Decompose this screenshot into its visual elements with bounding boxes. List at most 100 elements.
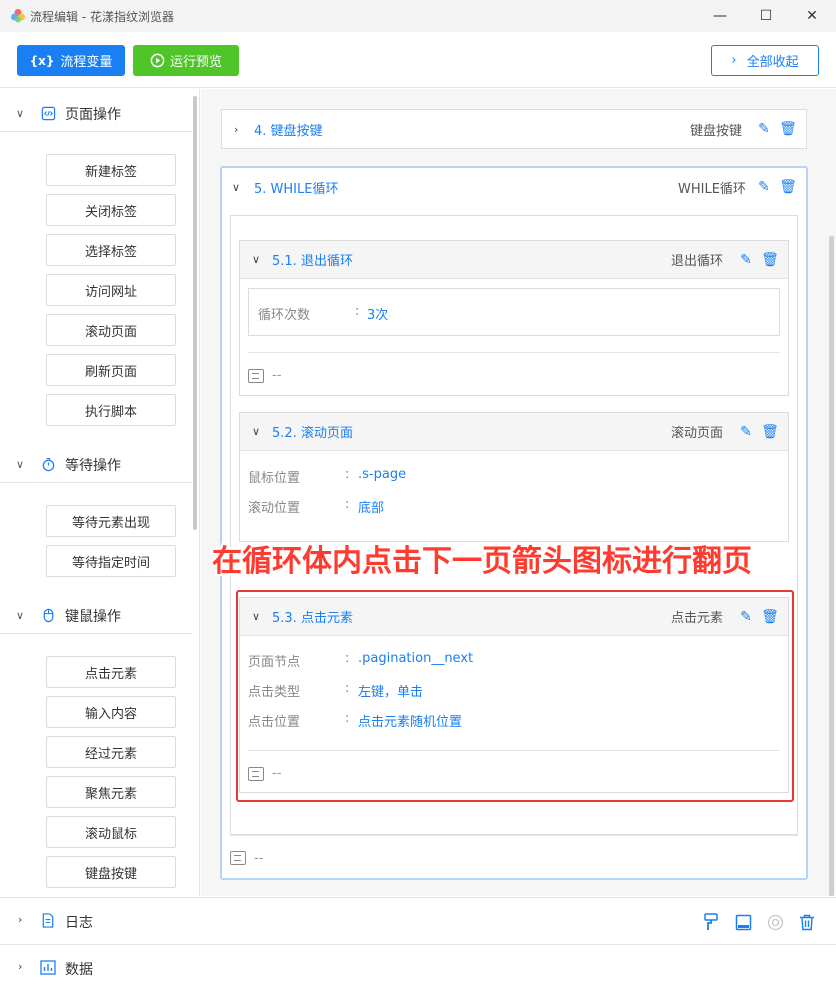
log-label: 日志 [65,915,93,931]
param-colon: : [355,304,360,319]
edit-icon[interactable]: ✎ [737,251,755,269]
log-panel[interactable]: › 日志 [0,897,836,944]
comment-text: -- [254,851,264,866]
data-panel[interactable]: › 数据 [0,944,836,992]
annotation-text: 在循环体内点击下一页箭头图标进行翻页 [212,544,752,579]
play-circle-icon [150,53,165,68]
chevron-down-icon: ∨ [16,458,25,471]
group-label: 键鼠操作 [65,608,121,625]
sidebar-scrollbar[interactable] [193,96,197,530]
group-keyboard-mouse-actions[interactable]: ∨ 键鼠操作 [0,598,192,634]
highlight-box [236,590,794,802]
chevron-down-icon[interactable]: ∨ [232,181,240,194]
step-card-keyboard-key[interactable]: › 4. 键盘按键 键盘按键 ✎ 🗑 [221,109,807,149]
run-preview-button[interactable]: 运行预览 [133,45,239,76]
chevron-down-icon: ∨ [16,107,25,120]
param-label: 鼠标位置 [248,471,301,486]
comment-text: -- [272,368,282,383]
divider [230,835,798,836]
chevron-right-icon: › [18,913,23,926]
document-icon [40,912,56,928]
param-colon: : [345,467,350,482]
param-colon: : [345,497,350,512]
step-type: 滚动页面 [671,426,724,441]
record-icon [765,912,785,932]
param-value: 底部 [358,501,385,516]
action-new-tab[interactable]: 新建标签 [46,154,176,186]
action-scroll-page[interactable]: 滚动页面 [46,314,176,346]
param-value: .s-page [358,467,407,482]
param-label: 循环次数 [258,308,311,323]
action-hover-element[interactable]: 经过元素 [46,736,176,768]
action-refresh-page[interactable]: 刷新页面 [46,354,176,386]
action-select-tab[interactable]: 选择标签 [46,234,176,266]
panel-icon[interactable] [733,912,753,932]
app-logo-icon [11,9,25,23]
group-wait-actions[interactable]: ∨ 等待操作 [0,447,192,483]
group-label: 等待操作 [65,457,121,474]
main-scrollbar[interactable] [829,236,834,896]
edit-icon[interactable]: ✎ [737,423,755,441]
action-sidebar: ∨ 页面操作 新建标签 关闭标签 选择标签 访问网址 滚动页面 刷新页面 执行脚… [0,89,200,896]
mouse-icon [40,608,56,624]
close-icon: ✕ [806,8,818,24]
code-icon [40,106,56,122]
delete-icon[interactable]: 🗑 [779,178,797,196]
bar-chart-icon [40,959,56,975]
maximize-icon: ☐ [759,8,773,24]
step-title: 5.2. 滚动页面 [272,426,353,441]
delete-icon[interactable]: 🗑 [761,423,779,441]
step-type: 退出循环 [671,254,724,269]
chevron-right-icon: › [731,53,737,68]
edit-icon[interactable]: ✎ [755,178,773,196]
toolbar: {x} 流程变量 运行预览 › 全部收起 [0,32,836,88]
chevron-down-icon: ∨ [16,609,25,622]
chevron-down-icon: ∨ [252,425,261,438]
delete-icon[interactable]: 🗑 [761,251,779,269]
action-scroll-mouse[interactable]: 滚动鼠标 [46,816,176,848]
variable-icon: {x} [29,53,55,68]
run-preview-label: 运行预览 [169,55,222,70]
data-label: 数据 [65,962,93,978]
flow-variables-button[interactable]: {x} 流程变量 [17,45,125,76]
step-type: 键盘按键 [690,123,743,139]
group-label: 页面操作 [65,106,121,123]
action-input-content[interactable]: 输入内容 [46,696,176,728]
step-title: 5.1. 退出循环 [272,254,353,269]
brush-icon[interactable] [701,912,721,932]
action-run-script[interactable]: 执行脚本 [46,394,176,426]
delete-icon[interactable]: 🗑 [779,120,797,138]
action-wait-time[interactable]: 等待指定时间 [46,545,176,577]
action-keyboard-key[interactable]: 键盘按键 [46,856,176,888]
close-button[interactable]: ✕ [789,0,835,32]
comment-icon[interactable] [230,851,246,865]
collapse-all-button[interactable]: › 全部收起 [711,45,819,76]
maximize-button[interactable]: ☐ [743,0,789,32]
minimize-button[interactable]: — [697,0,743,32]
step-title: 4. 键盘按键 [254,123,323,139]
timer-icon [40,457,56,473]
action-close-tab[interactable]: 关闭标签 [46,194,176,226]
step-card-scroll-page[interactable]: ∨ 5.2. 滚动页面 滚动页面 ✎ 🗑 [239,412,789,542]
title-bar: 流程编辑 - 花漾指纹浏览器 — ☐ ✕ [0,0,836,32]
params-box [248,288,780,336]
edit-icon[interactable]: ✎ [755,120,773,138]
collapse-all-label: 全部收起 [746,55,799,70]
step-type: WHILE循环 [678,181,746,197]
action-click-element[interactable]: 点击元素 [46,656,176,688]
action-focus-element[interactable]: 聚焦元素 [46,776,176,808]
flow-variables-label: 流程变量 [60,55,113,70]
group-page-actions[interactable]: ∨ 页面操作 [0,96,192,132]
action-wait-element[interactable]: 等待元素出现 [46,505,176,537]
param-label: 滚动位置 [248,501,301,516]
trash-icon[interactable] [797,912,817,932]
chevron-right-icon: › [18,960,23,973]
chevron-down-icon: ∨ [252,253,261,266]
comment-icon[interactable] [248,369,264,383]
step-title: 5. WHILE循环 [254,181,339,197]
window-title: 流程编辑 - 花漾指纹浏览器 [30,10,174,24]
minimize-icon: — [713,8,727,24]
action-visit-url[interactable]: 访问网址 [46,274,176,306]
param-value: 3次 [367,308,389,323]
divider [248,352,780,353]
